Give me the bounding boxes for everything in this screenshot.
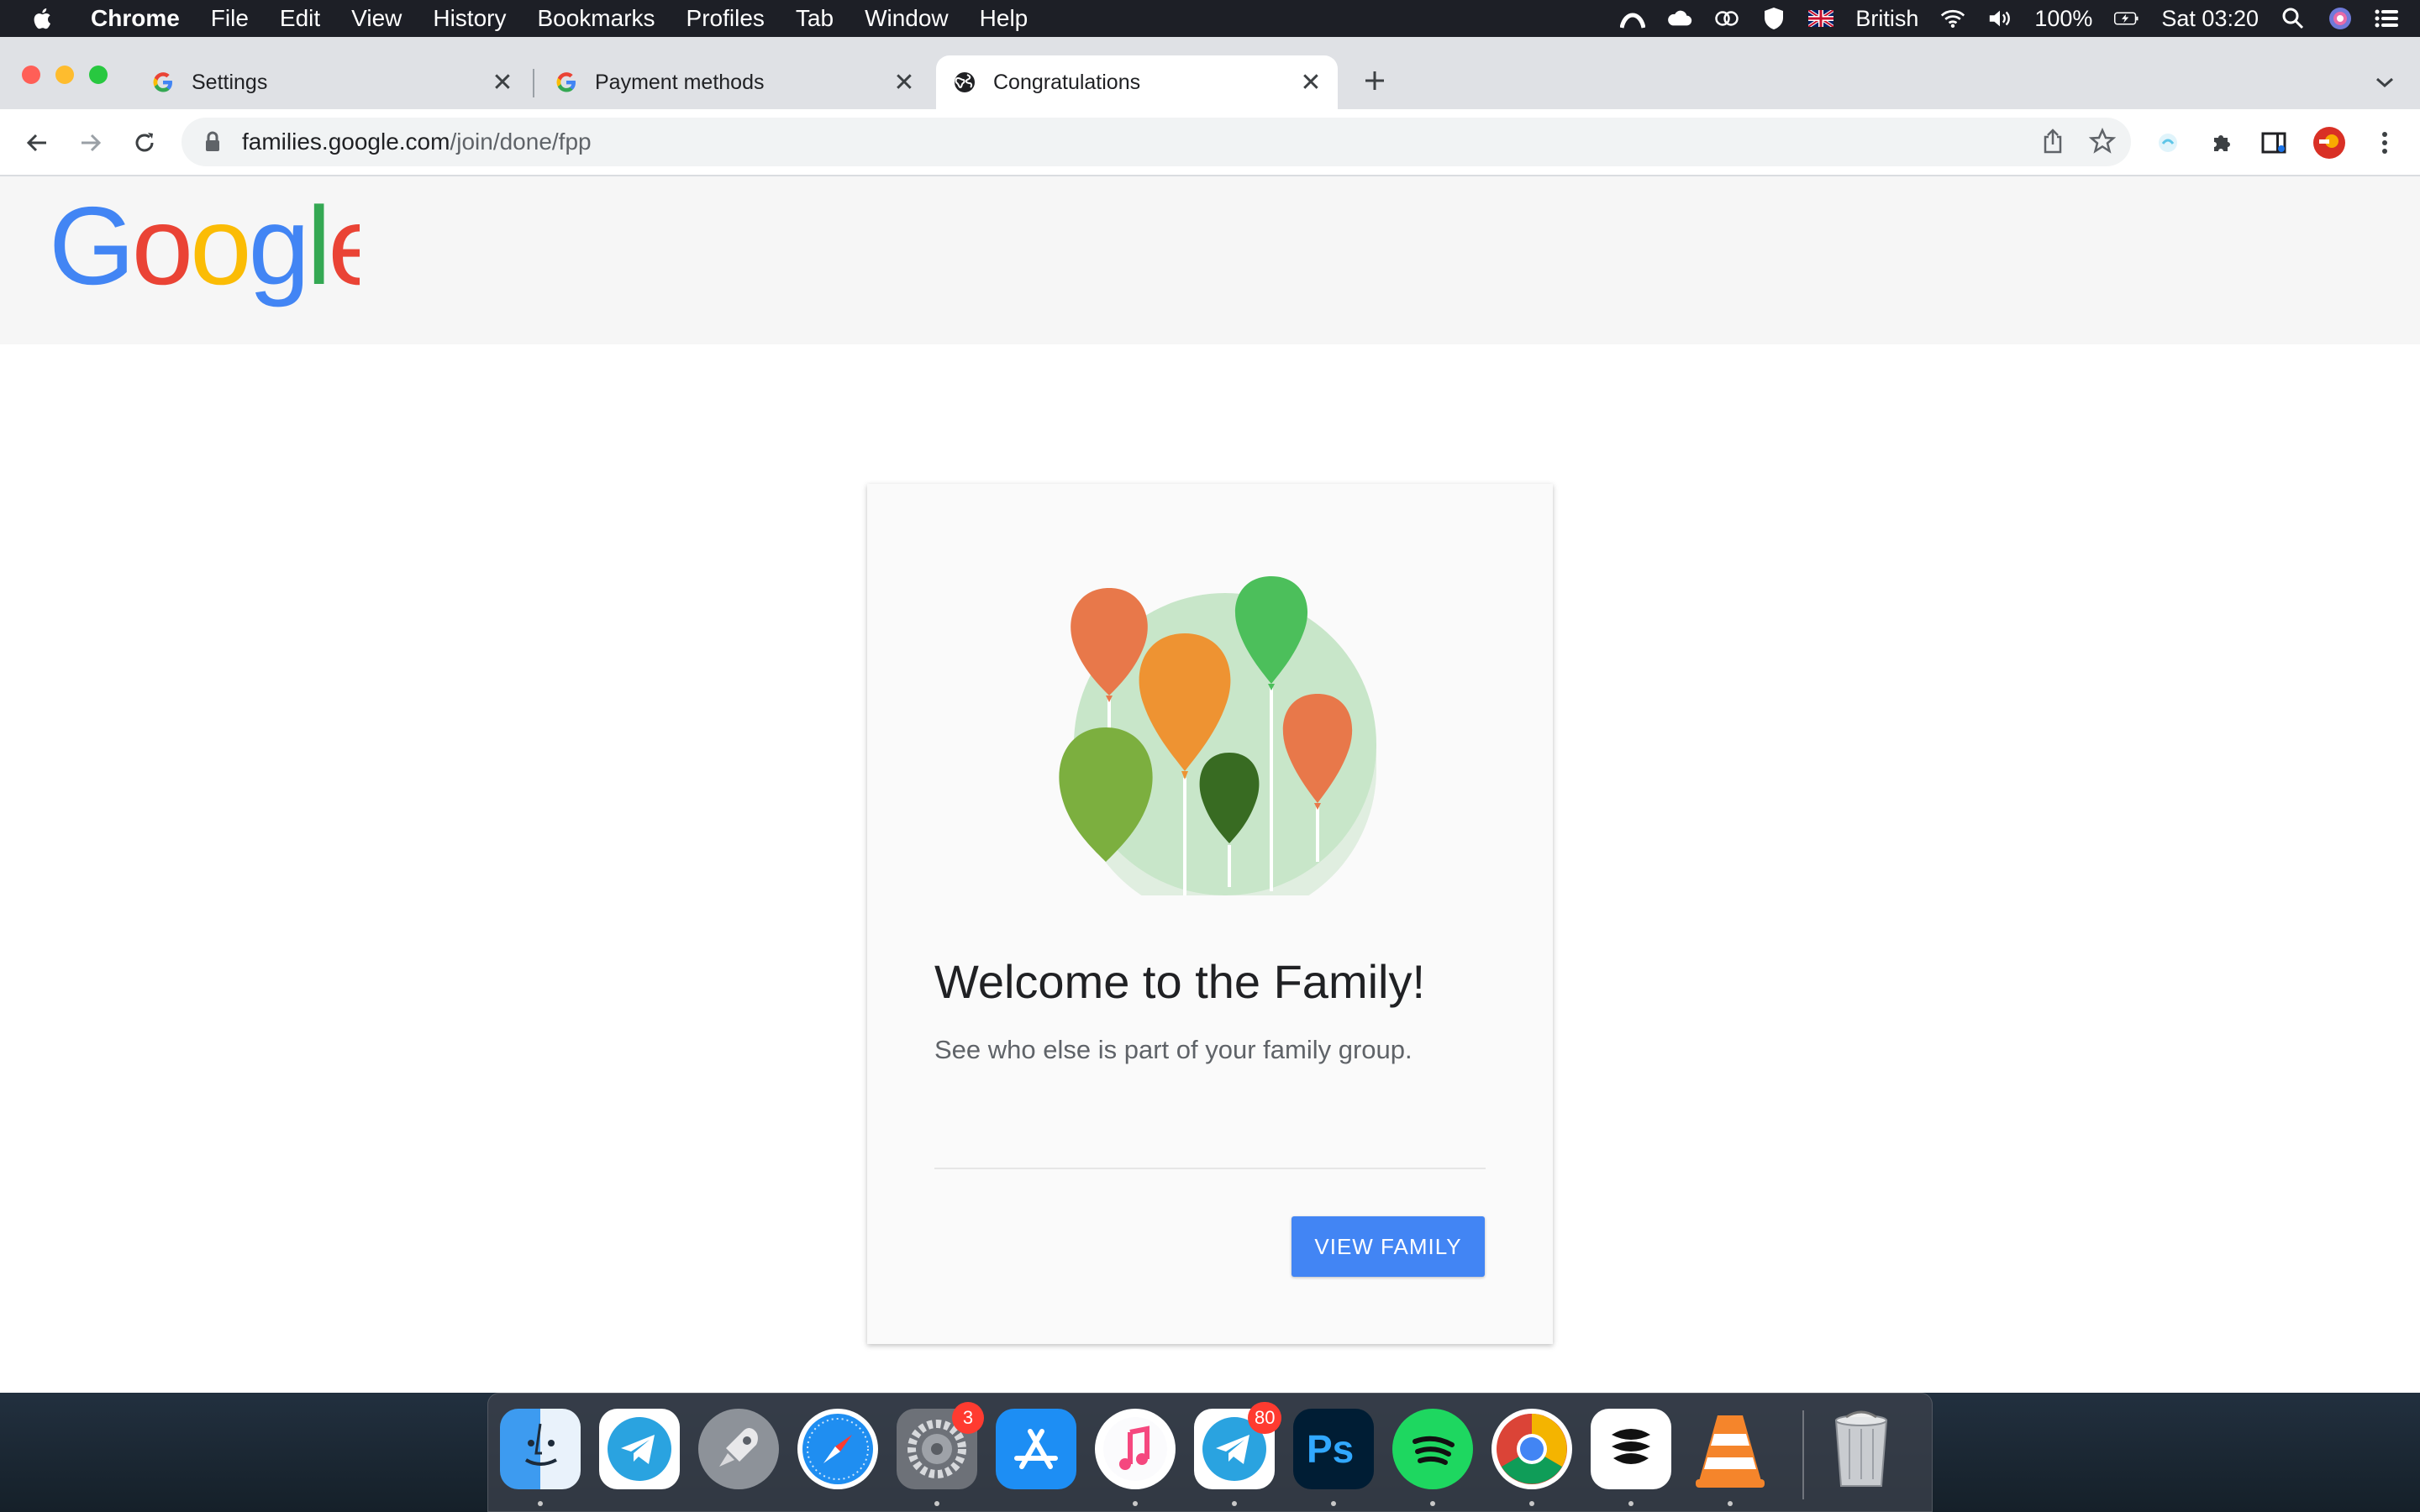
running-indicator	[1133, 1501, 1138, 1506]
spotify-icon[interactable]	[1392, 1409, 1473, 1489]
telegram-icon[interactable]	[599, 1409, 680, 1489]
menu-help[interactable]: Help	[980, 5, 1028, 32]
launchpad-icon[interactable]	[698, 1409, 779, 1489]
reload-icon[interactable]	[126, 124, 163, 161]
cloud-icon[interactable]	[1667, 6, 1692, 31]
window-close-button[interactable]	[22, 66, 40, 84]
address-bar[interactable]: families.google.com/join/done/fpp	[182, 118, 2131, 166]
tab-strip: Settings ✕ Payment methods ✕ Congratulat…	[0, 37, 2420, 109]
shield-icon[interactable]	[1761, 6, 1786, 31]
siri-icon[interactable]	[2328, 6, 2353, 31]
menu-view[interactable]: View	[351, 5, 402, 32]
running-indicator	[1628, 1501, 1634, 1506]
vlc-icon[interactable]	[1690, 1409, 1770, 1489]
tab-label: Congratulations	[993, 70, 1141, 94]
menu-history[interactable]: History	[433, 5, 506, 32]
running-indicator	[934, 1501, 939, 1506]
safari-icon[interactable]	[797, 1409, 878, 1489]
menu-edit[interactable]: Edit	[280, 5, 320, 32]
tab-payment-methods[interactable]: Payment methods ✕	[538, 55, 931, 109]
macos-menu-bar: Chrome File Edit View History Bookmarks …	[0, 0, 2420, 37]
page-header: Google	[0, 176, 2420, 344]
menu-profiles[interactable]: Profiles	[687, 5, 765, 32]
music-icon[interactable]	[1095, 1409, 1176, 1489]
running-indicator	[1430, 1501, 1435, 1506]
svg-text:Ps: Ps	[1307, 1427, 1354, 1471]
trash-icon[interactable]	[1821, 1409, 1902, 1489]
google-g-icon	[151, 71, 175, 94]
url-host: families.google.com	[242, 129, 450, 155]
control-center-icon[interactable]	[2375, 6, 2400, 31]
more-vert-icon[interactable]	[2368, 126, 2402, 160]
view-family-button[interactable]: VIEW FAMILY	[1292, 1216, 1485, 1277]
uk-flag-icon[interactable]	[1808, 6, 1834, 31]
running-indicator	[1331, 1501, 1336, 1506]
close-icon[interactable]: ✕	[487, 67, 518, 97]
chrome-icon[interactable]	[1491, 1409, 1572, 1489]
lock-icon[interactable]	[200, 129, 225, 155]
new-tab-button[interactable]	[1356, 62, 1393, 99]
status-arc-icon[interactable]	[1620, 6, 1646, 31]
finder-icon[interactable]	[500, 1409, 581, 1489]
tab-separator	[533, 69, 534, 97]
close-icon[interactable]: ✕	[889, 67, 919, 97]
balloons-illustration	[1057, 576, 1376, 921]
wifi-icon[interactable]	[1940, 6, 1965, 31]
extension-icon[interactable]	[2151, 126, 2185, 160]
share-icon[interactable]	[2042, 128, 2064, 160]
back-arrow-icon[interactable]	[18, 124, 55, 161]
running-indicator	[1529, 1501, 1534, 1506]
app-store-icon[interactable]	[996, 1409, 1076, 1489]
volume-icon[interactable]	[1987, 6, 2012, 31]
forward-arrow-icon[interactable]	[72, 124, 109, 161]
avatar[interactable]	[2312, 126, 2346, 160]
divider	[934, 1168, 1486, 1169]
close-icon[interactable]: ✕	[1296, 67, 1326, 97]
running-indicator	[1232, 1501, 1237, 1506]
clock[interactable]: Sat 03:20	[2161, 6, 2259, 32]
window-minimize-button[interactable]	[55, 66, 74, 84]
svg-text:Google: Google	[49, 200, 360, 307]
page-content: Google Welcome to the Family! See who el…	[0, 176, 2420, 1393]
puzzle-icon[interactable]	[2205, 126, 2238, 160]
running-indicator	[538, 1501, 543, 1506]
page-title: Welcome to the Family!	[934, 955, 1426, 1008]
battery-percent[interactable]: 100%	[2034, 6, 2092, 32]
tab-settings[interactable]: Settings ✕	[134, 55, 529, 109]
apple-menu-icon[interactable]	[30, 6, 81, 31]
tab-label: Settings	[192, 70, 268, 94]
globe-icon	[953, 71, 976, 94]
battery-charging-icon[interactable]	[2114, 6, 2139, 31]
notification-badge: 80	[1248, 1402, 1282, 1434]
browser-toolbar: families.google.com/join/done/fpp	[0, 109, 2420, 176]
menu-window[interactable]: Window	[865, 5, 949, 32]
welcome-card: Welcome to the Family! See who else is p…	[867, 484, 1553, 1344]
dock-separator	[1802, 1410, 1804, 1499]
menu-app-name[interactable]: Chrome	[91, 5, 180, 32]
menu-tab[interactable]: Tab	[796, 5, 834, 32]
running-indicator	[1728, 1501, 1733, 1506]
tab-congratulations[interactable]: Congratulations ✕	[936, 55, 1338, 109]
unknown-app-icon[interactable]	[1591, 1409, 1671, 1489]
side-panel-icon[interactable]	[2257, 126, 2291, 160]
chrome-window: Settings ✕ Payment methods ✕ Congratulat…	[0, 37, 2420, 1393]
photoshop-icon[interactable]: Ps	[1293, 1409, 1374, 1489]
creative-cloud-icon[interactable]	[1714, 6, 1739, 31]
menu-file[interactable]: File	[211, 5, 249, 32]
google-logo[interactable]: Google	[49, 184, 390, 328]
input-source-label[interactable]: British	[1855, 6, 1918, 32]
page-subtitle: See who else is part of your family grou…	[934, 1035, 1413, 1064]
menu-bookmarks[interactable]: Bookmarks	[537, 5, 655, 32]
notification-badge: 3	[952, 1402, 984, 1434]
bookmark-star-icon[interactable]	[2088, 127, 2117, 160]
tab-label: Payment methods	[595, 70, 765, 94]
url-path: /join/done/fpp	[450, 129, 592, 155]
window-zoom-button[interactable]	[89, 66, 108, 84]
spotlight-search-icon[interactable]	[2281, 6, 2306, 31]
macos-dock: 3 80 Ps	[487, 1393, 1933, 1512]
google-g-icon	[555, 71, 578, 94]
chevron-down-icon[interactable]	[2370, 67, 2400, 97]
